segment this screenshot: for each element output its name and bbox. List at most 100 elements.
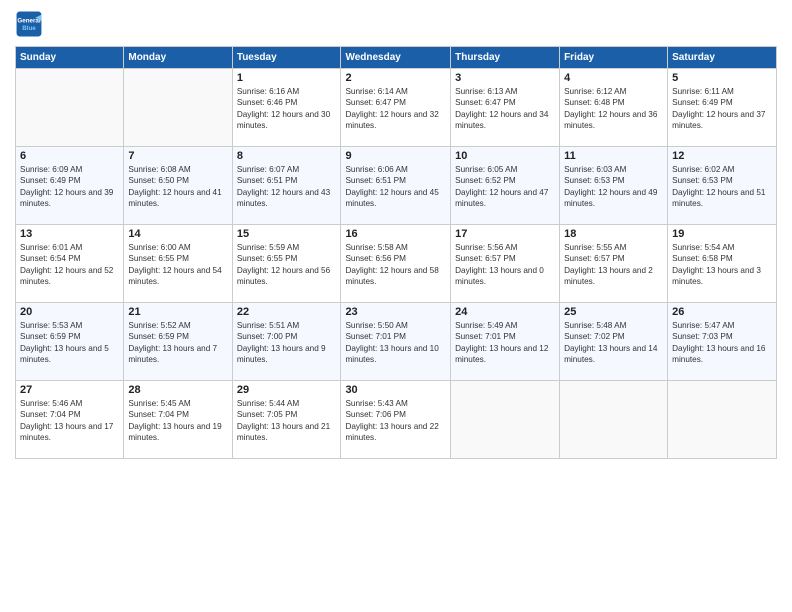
calendar-cell: 13 Sunrise: 6:01 AMSunset: 6:54 PMDayligh… bbox=[16, 225, 124, 303]
calendar-cell: 11Sunrise: 6:03 AMSunset: 6:53 PMDayligh… bbox=[560, 147, 668, 225]
weekday-header-monday: Monday bbox=[124, 47, 232, 69]
day-info: Sunrise: 5:45 AMSunset: 7:04 PMDaylight:… bbox=[128, 398, 227, 444]
day-info: Sunrise: 6:00 AMSunset: 6:55 PMDaylight:… bbox=[128, 242, 227, 288]
weekday-header-wednesday: Wednesday bbox=[341, 47, 451, 69]
day-info: Sunrise: 5:51 AMSunset: 7:00 PMDaylight:… bbox=[237, 320, 337, 366]
calendar-cell: 27Sunrise: 5:46 AMSunset: 7:04 PMDayligh… bbox=[16, 381, 124, 459]
day-info: Sunrise: 5:48 AMSunset: 7:02 PMDaylight:… bbox=[564, 320, 663, 366]
calendar-cell: 14Sunrise: 6:00 AMSunset: 6:55 PMDayligh… bbox=[124, 225, 232, 303]
weekday-header-row: SundayMondayTuesdayWednesdayThursdayFrid… bbox=[16, 47, 777, 69]
day-number: 3 bbox=[455, 72, 555, 84]
calendar-cell: 30 Sunrise: 5:43 AMSunset: 7:06 PMDayligh… bbox=[341, 381, 451, 459]
week-row-5: 27Sunrise: 5:46 AMSunset: 7:04 PMDayligh… bbox=[16, 381, 777, 459]
day-number: 21 bbox=[128, 306, 227, 318]
day-number: 17 bbox=[455, 228, 555, 240]
day-info: Sunrise: 5:43 AMSunset: 7:06 PMDaylight:… bbox=[345, 398, 446, 444]
day-info: Sunrise: 6:16 AMSunset: 6:46 PMDaylight:… bbox=[237, 86, 337, 132]
day-info: Sunrise: 6:07 AMSunset: 6:51 PMDaylight:… bbox=[237, 164, 337, 210]
day-info: Sunrise: 5:55 AMSunset: 6:57 PMDaylight:… bbox=[564, 242, 663, 288]
calendar-cell: 20 Sunrise: 5:53 AMSunset: 6:59 PMDayligh… bbox=[16, 303, 124, 381]
day-number: 26 bbox=[672, 306, 772, 318]
day-info: Sunrise: 6:12 AMSunset: 6:48 PMDaylight:… bbox=[564, 86, 663, 132]
calendar-cell: 4 Sunrise: 6:12 AMSunset: 6:48 PMDaylight… bbox=[560, 69, 668, 147]
calendar-container: General Blue SundayMondayTuesdayWednesda… bbox=[0, 0, 792, 612]
day-number: 13 bbox=[20, 228, 119, 240]
calendar-cell: 18Sunrise: 5:55 AMSunset: 6:57 PMDayligh… bbox=[560, 225, 668, 303]
calendar-cell: 15 Sunrise: 5:59 AMSunset: 6:55 PMDayligh… bbox=[232, 225, 341, 303]
day-number: 25 bbox=[564, 306, 663, 318]
day-number: 24 bbox=[455, 306, 555, 318]
weekday-header-thursday: Thursday bbox=[451, 47, 560, 69]
calendar-cell bbox=[668, 381, 777, 459]
day-info: Sunrise: 5:49 AMSunset: 7:01 PMDaylight:… bbox=[455, 320, 555, 366]
day-number: 10 bbox=[455, 150, 555, 162]
day-info: Sunrise: 6:01 AMSunset: 6:54 PMDaylight:… bbox=[20, 242, 119, 288]
calendar-cell: 22 Sunrise: 5:51 AMSunset: 7:00 PMDayligh… bbox=[232, 303, 341, 381]
week-row-4: 20 Sunrise: 5:53 AMSunset: 6:59 PMDayligh… bbox=[16, 303, 777, 381]
day-info: Sunrise: 5:52 AMSunset: 6:59 PMDaylight:… bbox=[128, 320, 227, 366]
day-info: Sunrise: 6:06 AMSunset: 6:51 PMDaylight:… bbox=[345, 164, 446, 210]
day-number: 2 bbox=[345, 72, 446, 84]
calendar-cell: 19Sunrise: 5:54 AMSunset: 6:58 PMDayligh… bbox=[668, 225, 777, 303]
logo-icon: General Blue bbox=[15, 10, 43, 38]
day-number: 6 bbox=[20, 150, 119, 162]
day-number: 1 bbox=[237, 72, 337, 84]
day-info: Sunrise: 5:50 AMSunset: 7:01 PMDaylight:… bbox=[345, 320, 446, 366]
calendar-cell bbox=[560, 381, 668, 459]
calendar-cell: 16 Sunrise: 5:58 AMSunset: 6:56 PMDayligh… bbox=[341, 225, 451, 303]
svg-text:Blue: Blue bbox=[22, 25, 36, 32]
day-info: Sunrise: 6:11 AMSunset: 6:49 PMDaylight:… bbox=[672, 86, 772, 132]
calendar-cell: 5 Sunrise: 6:11 AMSunset: 6:49 PMDaylight… bbox=[668, 69, 777, 147]
day-number: 15 bbox=[237, 228, 337, 240]
weekday-header-tuesday: Tuesday bbox=[232, 47, 341, 69]
calendar-cell: 21 Sunrise: 5:52 AMSunset: 6:59 PMDayligh… bbox=[124, 303, 232, 381]
day-info: Sunrise: 5:53 AMSunset: 6:59 PMDaylight:… bbox=[20, 320, 119, 366]
calendar-cell: 9 Sunrise: 6:06 AMSunset: 6:51 PMDaylight… bbox=[341, 147, 451, 225]
header: General Blue bbox=[15, 10, 777, 38]
day-info: Sunrise: 6:08 AMSunset: 6:50 PMDaylight:… bbox=[128, 164, 227, 210]
logo: General Blue bbox=[15, 10, 47, 38]
week-row-3: 13 Sunrise: 6:01 AMSunset: 6:54 PMDayligh… bbox=[16, 225, 777, 303]
weekday-header-friday: Friday bbox=[560, 47, 668, 69]
day-info: Sunrise: 5:59 AMSunset: 6:55 PMDaylight:… bbox=[237, 242, 337, 288]
day-number: 11 bbox=[564, 150, 663, 162]
day-info: Sunrise: 6:02 AMSunset: 6:53 PMDaylight:… bbox=[672, 164, 772, 210]
calendar-cell: 24 Sunrise: 5:49 AMSunset: 7:01 PMDayligh… bbox=[451, 303, 560, 381]
day-number: 28 bbox=[128, 384, 227, 396]
calendar-cell: 23 Sunrise: 5:50 AMSunset: 7:01 PMDayligh… bbox=[341, 303, 451, 381]
day-info: Sunrise: 5:58 AMSunset: 6:56 PMDaylight:… bbox=[345, 242, 446, 288]
day-number: 5 bbox=[672, 72, 772, 84]
day-info: Sunrise: 6:13 AMSunset: 6:47 PMDaylight:… bbox=[455, 86, 555, 132]
day-info: Sunrise: 5:46 AMSunset: 7:04 PMDaylight:… bbox=[20, 398, 119, 444]
day-number: 4 bbox=[564, 72, 663, 84]
day-number: 19 bbox=[672, 228, 772, 240]
day-number: 9 bbox=[345, 150, 446, 162]
calendar-cell: 28 Sunrise: 5:45 AMSunset: 7:04 PMDayligh… bbox=[124, 381, 232, 459]
calendar-cell: 10 Sunrise: 6:05 AMSunset: 6:52 PMDayligh… bbox=[451, 147, 560, 225]
day-info: Sunrise: 6:14 AMSunset: 6:47 PMDaylight:… bbox=[345, 86, 446, 132]
day-number: 22 bbox=[237, 306, 337, 318]
calendar-table: SundayMondayTuesdayWednesdayThursdayFrid… bbox=[15, 46, 777, 459]
calendar-cell: 7 Sunrise: 6:08 AMSunset: 6:50 PMDaylight… bbox=[124, 147, 232, 225]
day-info: Sunrise: 6:09 AMSunset: 6:49 PMDaylight:… bbox=[20, 164, 119, 210]
calendar-cell: 6 Sunrise: 6:09 AMSunset: 6:49 PMDaylight… bbox=[16, 147, 124, 225]
day-number: 12 bbox=[672, 150, 772, 162]
calendar-cell: 26Sunrise: 5:47 AMSunset: 7:03 PMDayligh… bbox=[668, 303, 777, 381]
calendar-cell bbox=[124, 69, 232, 147]
calendar-cell: 3 Sunrise: 6:13 AMSunset: 6:47 PMDaylight… bbox=[451, 69, 560, 147]
day-info: Sunrise: 5:44 AMSunset: 7:05 PMDaylight:… bbox=[237, 398, 337, 444]
calendar-cell: 2 Sunrise: 6:14 AMSunset: 6:47 PMDaylight… bbox=[341, 69, 451, 147]
day-number: 7 bbox=[128, 150, 227, 162]
day-number: 30 bbox=[345, 384, 446, 396]
week-row-2: 6 Sunrise: 6:09 AMSunset: 6:49 PMDaylight… bbox=[16, 147, 777, 225]
day-number: 20 bbox=[20, 306, 119, 318]
weekday-header-sunday: Sunday bbox=[16, 47, 124, 69]
calendar-cell: 1 Sunrise: 6:16 AMSunset: 6:46 PMDaylight… bbox=[232, 69, 341, 147]
day-info: Sunrise: 6:05 AMSunset: 6:52 PMDaylight:… bbox=[455, 164, 555, 210]
week-row-1: 1 Sunrise: 6:16 AMSunset: 6:46 PMDaylight… bbox=[16, 69, 777, 147]
day-number: 23 bbox=[345, 306, 446, 318]
day-number: 16 bbox=[345, 228, 446, 240]
day-number: 8 bbox=[237, 150, 337, 162]
calendar-cell: 29Sunrise: 5:44 AMSunset: 7:05 PMDayligh… bbox=[232, 381, 341, 459]
calendar-cell: 12 Sunrise: 6:02 AMSunset: 6:53 PMDayligh… bbox=[668, 147, 777, 225]
